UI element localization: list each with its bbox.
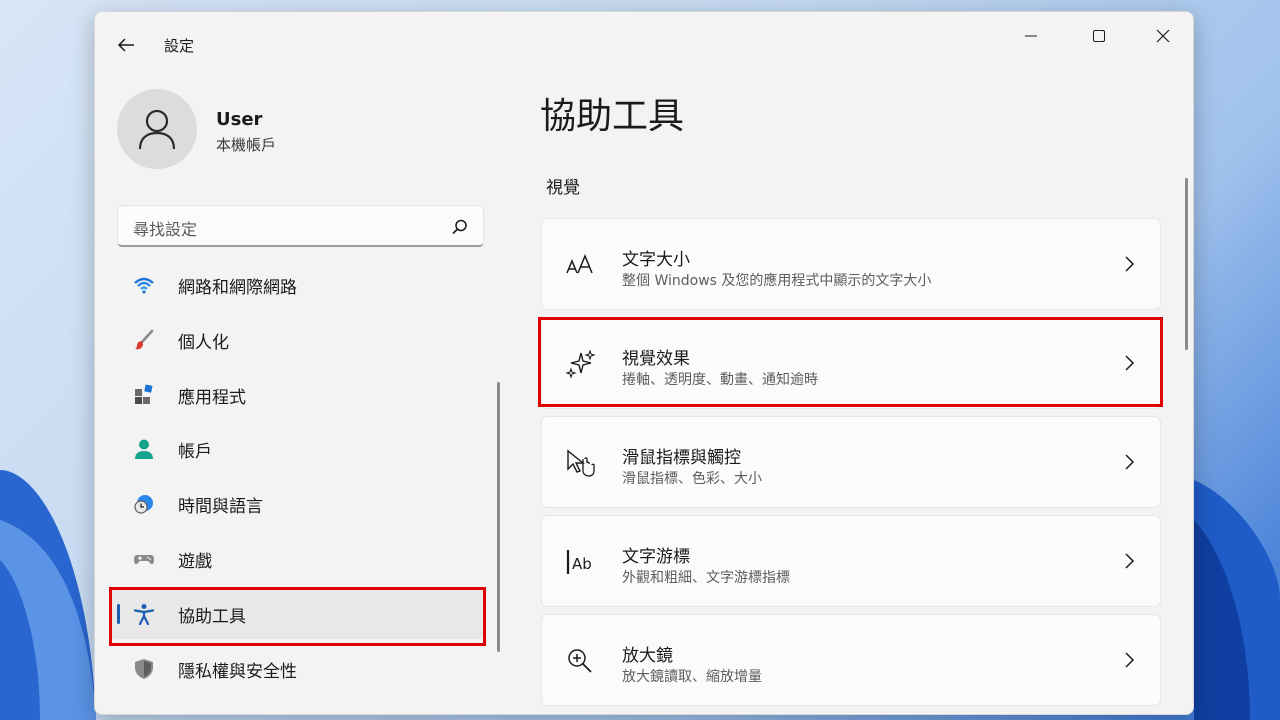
back-button[interactable]: [113, 32, 139, 58]
sidebar-item-label: 應用程式: [178, 388, 246, 408]
card-title: 滑鼠指標與觸控: [622, 448, 741, 468]
card-subtitle: 外觀和粗細、文字游標指標: [622, 570, 790, 586]
account-type: 本機帳戶: [216, 136, 277, 154]
sidebar-item-privacy[interactable]: 隱私權與安全性: [109, 644, 485, 694]
sidebar-item-time-language[interactable]: 時間與語言: [109, 479, 485, 529]
sidebar-item-personalization[interactable]: 個人化: [109, 315, 485, 365]
brush-icon: [135, 329, 154, 350]
sidebar-item-label: 時間與語言: [178, 497, 263, 517]
card-subtitle: 整個 Windows 及您的應用程式中顯示的文字大小: [622, 273, 932, 289]
close-button[interactable]: [1140, 20, 1186, 52]
card-text-size[interactable]: 文字大小 整個 Windows 及您的應用程式中顯示的文字大小: [541, 218, 1161, 310]
person-icon: [135, 439, 153, 459]
card-title: 文字游標: [622, 547, 690, 567]
search-icon[interactable]: [451, 218, 469, 236]
chevron-right-icon: [1125, 454, 1135, 470]
text-size-icon: [566, 254, 593, 274]
shield-icon: [135, 659, 153, 679]
card-magnifier[interactable]: 放大鏡 放大鏡讀取、縮放增量: [541, 614, 1161, 706]
section-heading: 視覺: [546, 178, 580, 198]
gamepad-icon: [134, 555, 154, 565]
wifi-icon: [134, 277, 154, 294]
card-title: 放大鏡: [622, 646, 673, 666]
magnifier-icon: [568, 649, 592, 673]
sidebar-item-label: 帳戶: [178, 442, 212, 462]
sidebar-item-label: 個人化: [178, 333, 229, 353]
chevron-right-icon: [1125, 652, 1135, 668]
search-input[interactable]: 尋找設定: [133, 216, 197, 240]
sidebar-scrollbar[interactable]: [497, 382, 500, 652]
chevron-right-icon: [1125, 553, 1135, 569]
back-arrow-icon: [117, 38, 134, 52]
card-title: 文字大小: [622, 250, 690, 270]
minimize-icon: [1025, 35, 1037, 37]
sidebar-item-network[interactable]: 網路和網際網路: [109, 260, 485, 310]
globe-clock-icon: [134, 495, 153, 514]
card-text-cursor[interactable]: Ab 文字游標 外觀和粗細、文字游標指標: [541, 515, 1161, 607]
user-icon: [138, 109, 176, 150]
sidebar-item-accounts[interactable]: 帳戶: [109, 424, 485, 474]
minimize-button[interactable]: [1008, 20, 1054, 52]
title-bar: 設定: [95, 12, 1193, 68]
content-scrollbar[interactable]: [1185, 178, 1188, 350]
page-title: 協助工具: [540, 96, 685, 137]
svg-text:Ab: Ab: [572, 555, 592, 573]
highlight-box-card: [538, 317, 1163, 407]
close-icon: [1156, 29, 1170, 43]
sidebar-item-apps[interactable]: 應用程式: [109, 370, 485, 420]
card-subtitle: 滑鼠指標、色彩、大小: [622, 471, 762, 487]
card-subtitle: 放大鏡讀取、縮放增量: [622, 669, 762, 685]
sidebar-item-gaming[interactable]: 遊戲: [109, 534, 485, 584]
sidebar-item-label: 網路和網際網路: [178, 278, 297, 298]
card-mouse-pointer-touch[interactable]: 滑鼠指標與觸控 滑鼠指標、色彩、大小: [541, 416, 1161, 508]
maximize-icon: [1093, 30, 1105, 42]
sidebar-item-label: 隱私權與安全性: [178, 662, 297, 682]
user-name: User: [216, 109, 263, 130]
text-cursor-icon: Ab: [566, 550, 592, 574]
app-title: 設定: [164, 37, 195, 55]
sidebar-item-label: 遊戲: [178, 552, 212, 572]
pointer-touch-icon: [567, 449, 595, 477]
search-box[interactable]: 尋找設定: [117, 205, 484, 247]
apps-icon: [135, 384, 153, 404]
maximize-button[interactable]: [1076, 20, 1122, 52]
avatar[interactable]: [117, 89, 197, 169]
settings-window: 設定 User 本機帳戶 尋找設定 網路和網際網路 個人化 應用程式 帳戶 時間…: [94, 11, 1194, 715]
highlight-box-nav: [109, 587, 486, 646]
chevron-right-icon: [1125, 256, 1135, 272]
